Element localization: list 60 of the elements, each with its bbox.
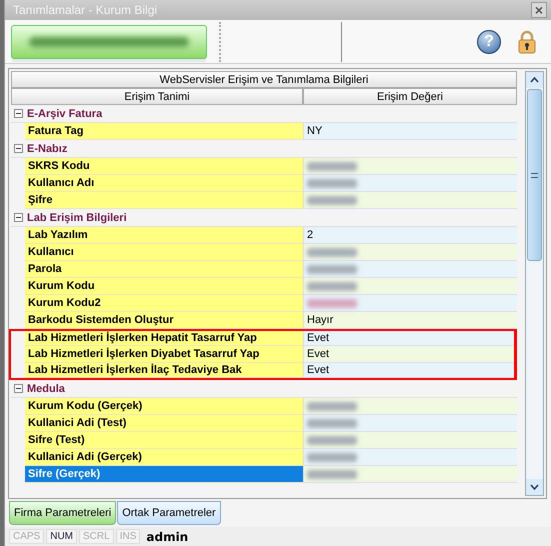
property-value[interactable] xyxy=(303,192,517,210)
property-name[interactable]: Kurum Kodu (Gerçek) xyxy=(25,398,303,416)
scrollbar[interactable] xyxy=(525,71,544,496)
property-value[interactable]: Hayır xyxy=(303,312,517,330)
property-name[interactable]: Kullanici Adi (Test) xyxy=(25,415,303,432)
property-name[interactable]: Lab Hizmetleri İşlerken Hepatit Tasarruf Yap xyxy=(25,331,303,346)
property-name[interactable]: Lab Hizmetleri İşlerken İlaç Tedaviye Bak xyxy=(25,363,303,378)
key-indicator: CAPS xyxy=(9,529,44,544)
property-value[interactable] xyxy=(303,295,517,312)
group-title: E-Nabız xyxy=(27,142,68,155)
property-name[interactable]: Kullanici Adi (Gerçek) xyxy=(25,449,303,466)
toolbar-button[interactable] xyxy=(11,24,207,59)
property-value[interactable] xyxy=(303,175,517,192)
property-name[interactable]: Sifre (Gerçek) xyxy=(25,466,303,484)
property-value[interactable]: Evet xyxy=(303,346,514,364)
group-title: Medula xyxy=(27,382,65,395)
key-indicator: SCRL xyxy=(79,529,114,544)
property-name[interactable]: Parola xyxy=(25,261,303,278)
lock-icon[interactable] xyxy=(517,30,537,54)
collapse-icon[interactable] xyxy=(11,384,25,394)
property-name[interactable]: Kurum Kodu2 xyxy=(25,295,303,312)
group-title: Lab Erişim Bilgileri xyxy=(27,212,127,224)
property-value[interactable]: NY xyxy=(303,123,517,140)
group-title: E-Arşiv Fatura xyxy=(27,108,102,120)
property-name[interactable]: SKRS Kodu xyxy=(25,158,303,176)
grid-title: WebServisler Erişim ve Tanımlama Bilgileri xyxy=(11,71,517,88)
column-header[interactable]: Erişim Tanimi xyxy=(11,88,303,106)
property-value[interactable] xyxy=(303,278,517,296)
property-value[interactable] xyxy=(303,466,517,484)
key-indicator: INS xyxy=(116,529,140,544)
property-value[interactable] xyxy=(303,398,517,416)
collapse-icon[interactable] xyxy=(11,213,25,222)
property-name[interactable]: Sifre (Test) xyxy=(25,432,303,450)
property-value[interactable]: 2 xyxy=(303,227,517,244)
property-name[interactable]: Barkodu Sistemden Oluştur xyxy=(25,312,303,330)
property-name[interactable]: Fatura Tag xyxy=(25,123,303,140)
column-header[interactable]: Erişim Değeri xyxy=(303,88,517,106)
collapse-icon[interactable] xyxy=(11,144,25,154)
property-value[interactable]: Evet xyxy=(303,363,514,378)
property-value[interactable] xyxy=(303,449,517,466)
property-name[interactable]: Şifre xyxy=(25,192,303,210)
scroll-up-icon[interactable] xyxy=(530,77,539,84)
property-value[interactable] xyxy=(303,432,517,450)
property-value[interactable] xyxy=(303,158,517,176)
tab[interactable]: Ortak Parametreler xyxy=(117,501,221,525)
tab[interactable]: Firma Parametreleri xyxy=(9,501,116,525)
property-name[interactable]: Lab Hizmetleri İşlerken Diyabet Tasarruf Yap xyxy=(25,346,303,364)
key-indicator: NUM xyxy=(46,529,78,544)
collapse-icon[interactable] xyxy=(11,109,25,118)
property-value[interactable] xyxy=(303,415,517,432)
close-button[interactable]: × xyxy=(531,2,547,18)
property-value[interactable] xyxy=(303,261,517,278)
property-value[interactable]: Evet xyxy=(303,331,514,346)
property-name[interactable]: Lab Yazılım xyxy=(25,227,303,244)
property-name[interactable]: Kurum Kodu xyxy=(25,278,303,296)
property-name[interactable]: Kullanıcı Adı xyxy=(25,175,303,192)
scroll-down-icon[interactable] xyxy=(530,484,539,490)
user-name: admin xyxy=(146,530,188,544)
property-name[interactable]: Kullanıcı xyxy=(25,244,303,262)
property-value[interactable] xyxy=(303,244,517,262)
